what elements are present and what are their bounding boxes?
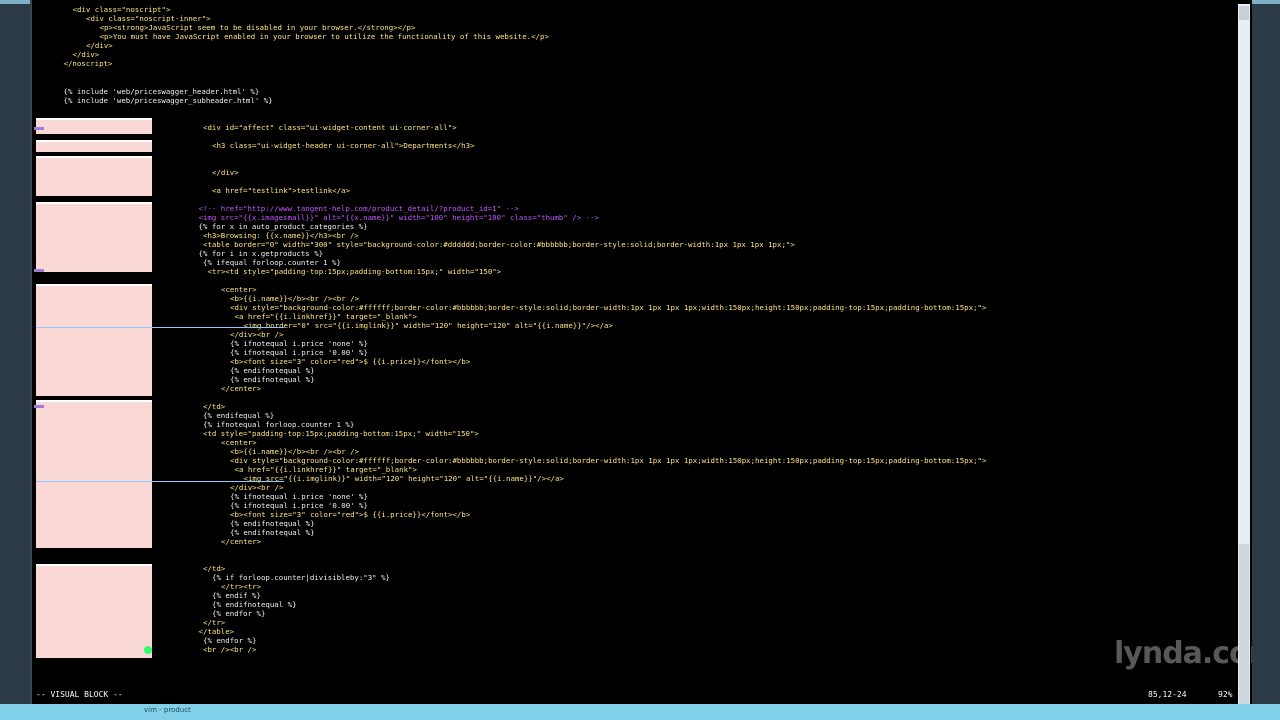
- image-preview-thumbnail: [36, 284, 152, 396]
- code-line[interactable]: {% if forloop.counter|divisibleby:"3" %}: [212, 573, 390, 582]
- code-line[interactable]: </tr><tr>: [221, 582, 261, 591]
- code-line[interactable]: {% endifnotequal %}: [230, 528, 315, 537]
- code-line[interactable]: <h3>Browsing: {{x.name}}</h3><br />: [203, 231, 359, 240]
- code-line[interactable]: <b>{{i.name}}</b><br /><br />: [230, 294, 359, 303]
- selection-marker: [34, 269, 44, 272]
- image-preview-thumbnail: [36, 140, 152, 152]
- image-preview-thumbnail: [36, 202, 152, 272]
- code-line[interactable]: </table>: [199, 627, 235, 636]
- code-line[interactable]: {% endifnotequal %}: [212, 600, 297, 609]
- code-line[interactable]: </div>: [73, 50, 100, 59]
- code-line[interactable]: <p>You must have JavaScript enabled in y…: [100, 32, 549, 41]
- code-line[interactable]: <a href="{{i.linkhref}}" target="_blank"…: [235, 312, 417, 321]
- code-line[interactable]: {% ifnotequal i.price 'none' %}: [230, 339, 368, 348]
- code-line[interactable]: <a href="{{i.linkhref}}" target="_blank"…: [235, 465, 417, 474]
- code-line[interactable]: <img border="0" src="{{i.imglink}}" widt…: [244, 321, 613, 330]
- image-preview-thumbnail: [36, 156, 152, 196]
- code-line[interactable]: </tr>: [203, 618, 225, 627]
- code-line[interactable]: </center>: [221, 537, 261, 546]
- image-preview-thumbnail: [36, 400, 152, 548]
- code-line[interactable]: </td>: [203, 564, 225, 573]
- code-line[interactable]: </div><br />: [230, 483, 283, 492]
- code-line[interactable]: {% endif %}: [212, 591, 261, 600]
- scrollbar-thumb[interactable]: [1239, 544, 1249, 704]
- mode-indicator: -- VISUAL BLOCK --: [36, 690, 123, 699]
- selection-marker: [34, 127, 44, 130]
- code-line[interactable]: {% endfor %}: [203, 636, 256, 645]
- code-line[interactable]: </div>: [212, 168, 239, 177]
- visual-block-guide: [36, 327, 284, 328]
- code-line[interactable]: <b>{{i.name}}</b><br /><br />: [230, 447, 359, 456]
- scrollbar-up-arrow[interactable]: [1239, 6, 1249, 20]
- vertical-scrollbar[interactable]: [1238, 4, 1250, 704]
- code-line[interactable]: {% ifnotequal i.price '0.00' %}: [230, 501, 368, 510]
- visual-block-guide: [36, 481, 284, 482]
- code-line[interactable]: {% ifnotequal i.price 'none' %}: [230, 492, 368, 501]
- code-line[interactable]: {% ifnotequal forloop.counter 1 %}: [203, 420, 354, 429]
- code-line[interactable]: <table border="0" width="300" style="bac…: [203, 240, 795, 249]
- code-line[interactable]: <img src="{{i.imglink}}" width="120" hei…: [244, 474, 564, 483]
- code-line[interactable]: </div><br />: [230, 330, 283, 339]
- code-line[interactable]: <center>: [221, 438, 257, 447]
- code-line[interactable]: {% include 'web/priceswagger_header.html…: [64, 87, 260, 96]
- code-line[interactable]: {% endifnotequal %}: [230, 519, 315, 528]
- code-line[interactable]: <div style="background-color:#ffffff;bor…: [230, 303, 986, 312]
- code-line[interactable]: {% for i in x.getproducts %}: [199, 249, 324, 258]
- code-line[interactable]: <div id="affect" class="ui-widget-conten…: [203, 123, 457, 132]
- scroll-percent: 92%: [1218, 690, 1233, 699]
- taskbar: vim - product: [0, 704, 1280, 720]
- code-line[interactable]: {% endifnotequal %}: [230, 366, 315, 375]
- vim-editor-pane[interactable]: <div class="noscript"> <div class="noscri…: [30, 0, 1252, 704]
- code-line[interactable]: <tr><td style="padding-top:15px;padding-…: [208, 267, 502, 276]
- watermark-logo: lynda.com: [1114, 636, 1252, 671]
- code-line[interactable]: {% for x in auto_product_categories %}: [199, 222, 368, 231]
- code-line[interactable]: <br /><br />: [203, 645, 256, 654]
- taskbar-item-label[interactable]: vim - product: [144, 706, 191, 714]
- code-line[interactable]: {% ifequal forloop.counter 1 %}: [203, 258, 341, 267]
- code-line[interactable]: <p><strong>JavaScript seem to be disable…: [100, 23, 416, 32]
- code-line[interactable]: <div style="background-color:#ffffff;bor…: [230, 456, 986, 465]
- code-line[interactable]: </center>: [221, 384, 261, 393]
- code-line[interactable]: <!-- href="http://www.tangent-help.com/p…: [199, 204, 519, 213]
- selection-marker: [34, 405, 44, 408]
- cursor-indicator: [144, 646, 152, 654]
- code-line[interactable]: {% endfor %}: [212, 609, 265, 618]
- code-line[interactable]: <div class="noscript-inner">: [86, 14, 211, 23]
- code-line[interactable]: <a href="testlink">testlink</a>: [212, 186, 350, 195]
- image-preview-thumbnail: [36, 564, 152, 658]
- code-line[interactable]: {% ifnotequal i.price '0.00' %}: [230, 348, 368, 357]
- code-line[interactable]: {% include 'web/priceswagger_subheader.h…: [64, 96, 273, 105]
- code-line[interactable]: <h3 class="ui-widget-header ui-corner-al…: [212, 141, 475, 150]
- code-line[interactable]: <center>: [221, 285, 257, 294]
- cursor-position: 85,12-24: [1148, 690, 1187, 699]
- code-line[interactable]: </td>: [203, 402, 225, 411]
- code-line[interactable]: </div>: [86, 41, 113, 50]
- code-line[interactable]: {% endifequal %}: [203, 411, 274, 420]
- code-line[interactable]: </noscript>: [64, 59, 113, 68]
- image-preview-thumbnail: [36, 118, 152, 134]
- code-line[interactable]: <td style="padding-top:15px;padding-bott…: [203, 429, 479, 438]
- code-line[interactable]: <b><font size="3" color="red">$ {{i.pric…: [230, 510, 470, 519]
- code-line[interactable]: {% endifnotequal %}: [230, 375, 315, 384]
- code-line[interactable]: <b><font size="3" color="red">$ {{i.pric…: [230, 357, 470, 366]
- vim-statusline: -- VISUAL BLOCK -- 85,12-24 92%: [32, 688, 1252, 702]
- code-line[interactable]: <div class="noscript">: [73, 5, 171, 14]
- code-line[interactable]: <img src="{{x.imagesmall}}" alt="{{x.nam…: [199, 213, 599, 222]
